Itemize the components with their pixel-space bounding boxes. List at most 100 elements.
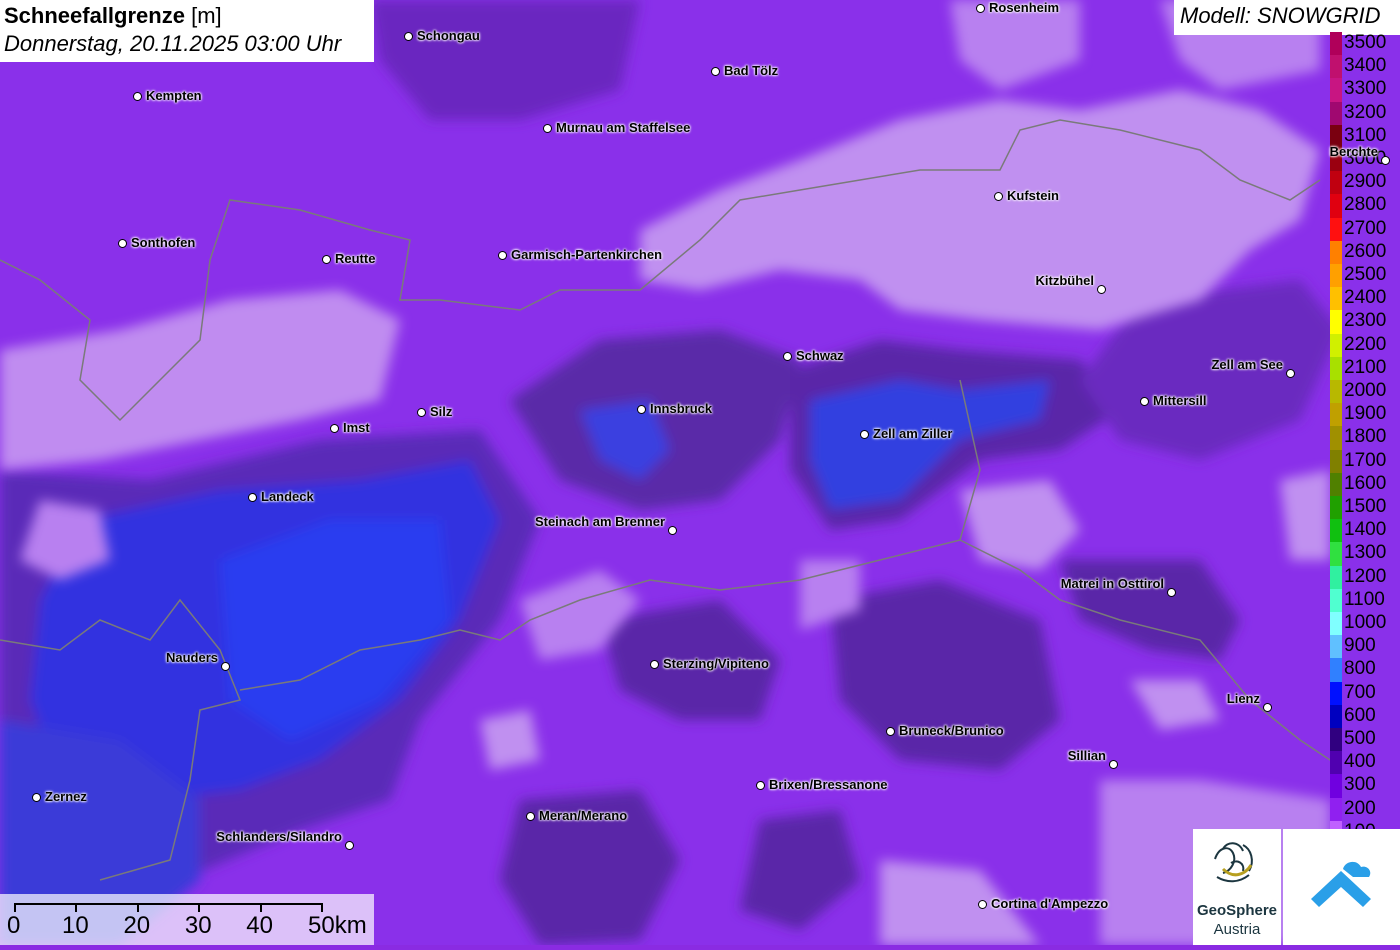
legend-swatch: [1330, 588, 1342, 613]
city-label-bad-t-lz: Bad Tölz: [724, 63, 779, 78]
scale-tick: [259, 903, 262, 912]
city-marker-sonthofen[interactable]: [118, 239, 127, 248]
city-marker-berchtesgaden[interactable]: [1381, 156, 1390, 165]
scale-label: 20: [123, 912, 151, 939]
legend-label: 2500: [1344, 264, 1387, 285]
legend-label: 2100: [1344, 356, 1387, 378]
legend-label: 1800: [1344, 426, 1387, 448]
legend-label: 2900: [1344, 171, 1387, 193]
legend-label: 1400: [1344, 519, 1387, 541]
city-marker-silz[interactable]: [417, 408, 426, 417]
city-marker-rosenheim[interactable]: [976, 4, 985, 13]
city-marker-reutte[interactable]: [322, 255, 331, 264]
city-marker-innsbruck[interactable]: [637, 405, 646, 414]
legend-swatch: [1330, 171, 1342, 196]
legend-swatch: [1330, 217, 1342, 242]
legend-swatch: [1330, 333, 1342, 358]
snow-app-logo: [1283, 829, 1400, 945]
legend-label: 700: [1344, 681, 1376, 703]
legend-swatch: [1330, 32, 1342, 57]
legend-swatch: [1330, 565, 1342, 590]
legend-label: 2700: [1344, 217, 1387, 239]
city-marker-zell-am-see[interactable]: [1286, 369, 1295, 378]
scale-tick: [321, 903, 323, 912]
city-marker-nauders[interactable]: [221, 662, 230, 671]
legend-swatch: [1330, 472, 1342, 497]
city-marker-brixen-bressanone[interactable]: [756, 781, 765, 790]
map-title: Schneefallgrenze [m]: [4, 3, 222, 28]
legend-label: 200: [1344, 797, 1376, 819]
legend-label: 800: [1344, 658, 1376, 680]
scale-tick: [136, 903, 139, 912]
city-marker-bruneck-brunico[interactable]: [886, 727, 895, 736]
city-marker-kitzb-hel[interactable]: [1097, 285, 1106, 294]
legend-swatch: [1330, 728, 1342, 753]
legend-label: 1900: [1344, 403, 1387, 425]
geosphere-emblem-icon: [1214, 842, 1253, 883]
city-marker-lienz[interactable]: [1263, 703, 1272, 712]
city-label-brixen-bressanone: Brixen/Bressanone: [769, 777, 888, 792]
city-label-berchtesgaden: Berchte: [1329, 144, 1378, 159]
legend-label: 1500: [1344, 496, 1387, 517]
city-marker-meran-merano[interactable]: [526, 812, 535, 821]
scale-label: 40: [246, 912, 273, 939]
city-label-landeck: Landeck: [261, 489, 314, 504]
city-label-kempten: Kempten: [146, 88, 202, 103]
city-label-sillian: Sillian: [1067, 748, 1106, 763]
scale-tick: [198, 903, 201, 912]
city-marker-bad-t-lz[interactable]: [711, 67, 720, 76]
city-marker-mittersill[interactable]: [1140, 397, 1149, 406]
city-label-zell-am-see: Zell am See: [1211, 357, 1283, 372]
city-marker-landeck[interactable]: [248, 493, 257, 502]
city-marker-schwaz[interactable]: [783, 352, 792, 361]
snowfall-limit-map[interactable]: [0, 0, 1400, 945]
city-marker-zernez[interactable]: [32, 793, 41, 802]
geosphere-logo-line2: Austria: [1213, 921, 1261, 938]
city-marker-schongau[interactable]: [404, 32, 413, 41]
city-label-innsbruck: Innsbruck: [650, 401, 713, 416]
city-label-reutte: Reutte: [335, 251, 376, 266]
scale-label: 10: [62, 912, 89, 939]
legend-swatch: [1330, 287, 1342, 312]
legend-swatch: [1330, 240, 1342, 265]
legend-label: 600: [1344, 704, 1376, 726]
legend-label: 900: [1344, 635, 1376, 657]
city-marker-murnau-am-staffelsee[interactable]: [543, 124, 552, 133]
legend-label: 1200: [1344, 565, 1387, 587]
map-datetime: Donnerstag, 20.11.2025 03:00 Uhr: [4, 31, 342, 56]
legend-label: 2000: [1344, 380, 1387, 401]
city-label-steinach-am-brenner: Steinach am Brenner: [534, 514, 665, 529]
legend-swatch: [1330, 380, 1342, 405]
legend-swatch: [1330, 681, 1342, 706]
city-marker-kufstein[interactable]: [994, 192, 1003, 201]
city-label-sterzing-vipiteno: Sterzing/Vipiteno: [663, 656, 769, 671]
city-marker-schlanders-silandro[interactable]: [345, 841, 354, 850]
city-marker-sterzing-vipiteno[interactable]: [650, 660, 659, 669]
legend-label: 3400: [1344, 55, 1387, 77]
legend-label: 2600: [1344, 240, 1387, 262]
legend-swatch: [1330, 449, 1342, 474]
legend-swatch: [1330, 797, 1342, 822]
scale-tick: [75, 903, 78, 912]
city-label-kitzb-hel: Kitzbühel: [1035, 273, 1095, 288]
city-marker-imst[interactable]: [330, 424, 339, 433]
city-label-nauders: Nauders: [165, 650, 218, 665]
legend-swatch: [1330, 356, 1342, 381]
city-marker-cortina-d-ampezzo[interactable]: [978, 900, 987, 909]
city-marker-matrei-in-osttirol[interactable]: [1167, 588, 1176, 597]
legend-swatch: [1330, 704, 1342, 729]
legend-label: 3200: [1344, 101, 1387, 123]
city-marker-sillian[interactable]: [1109, 760, 1118, 769]
legend-swatch: [1330, 519, 1342, 544]
legend-label: 2200: [1344, 333, 1387, 355]
city-label-silz: Silz: [430, 404, 453, 419]
scale-label: 30: [184, 912, 212, 939]
city-marker-kempten[interactable]: [133, 92, 142, 101]
city-marker-garmisch-partenkirchen[interactable]: [498, 251, 507, 260]
city-marker-steinach-am-brenner[interactable]: [668, 526, 677, 535]
legend-label: 300: [1344, 774, 1376, 796]
city-marker-zell-am-ziller[interactable]: [860, 430, 869, 439]
legend-label: 2800: [1344, 194, 1387, 216]
legend-swatch: [1330, 78, 1342, 103]
legend-swatch: [1330, 751, 1342, 776]
